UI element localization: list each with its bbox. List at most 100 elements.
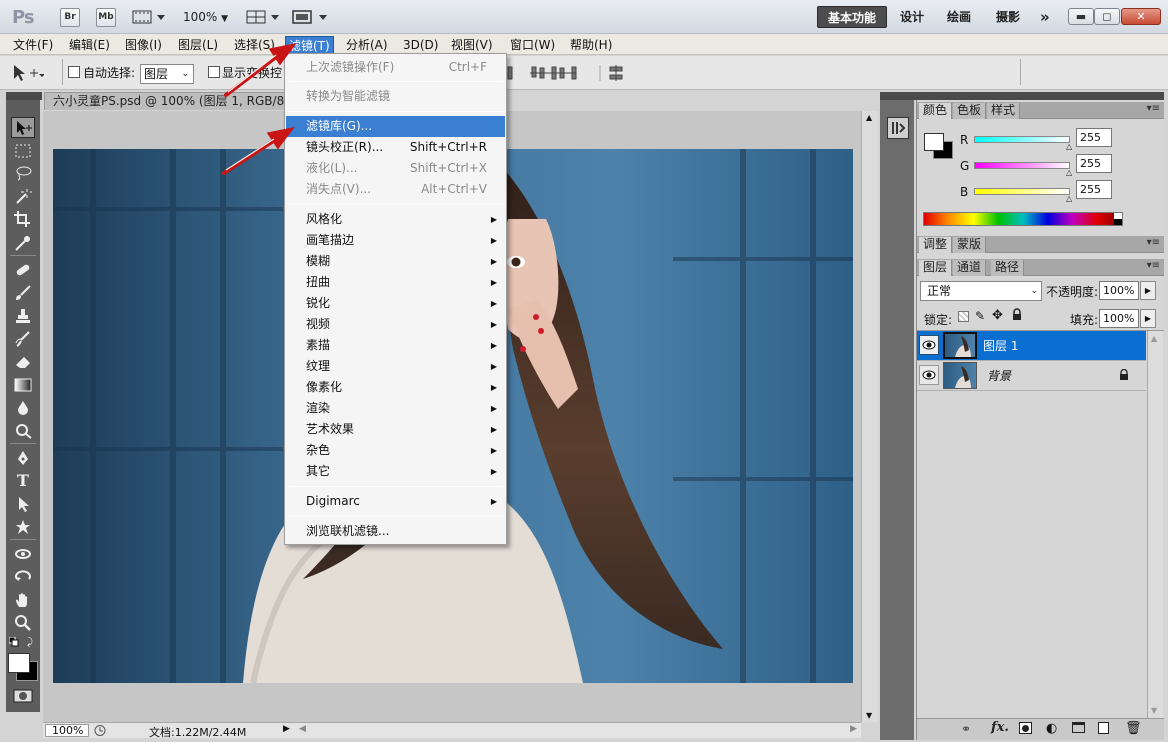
lasso-tool[interactable] (11, 162, 35, 183)
submenu-render[interactable]: 渲染 ▶ (286, 398, 505, 419)
shape-tool[interactable] (11, 516, 35, 537)
blur-tool[interactable] (11, 397, 35, 418)
link-layers-icon[interactable]: ⚭ (961, 722, 971, 736)
menu-analysis[interactable]: 分析(A) (343, 36, 391, 54)
delete-layer-icon[interactable]: 🗑 (1125, 721, 1142, 736)
slider-b[interactable] (974, 188, 1070, 195)
tab-adjustments[interactable]: 调整 (919, 237, 953, 253)
panel-menu-icon[interactable]: ▾≡ (1147, 103, 1160, 114)
slider-g-thumb[interactable]: △ (1066, 168, 1072, 177)
hscroll-right-icon[interactable]: ▶ (850, 724, 857, 734)
quick-mask-button[interactable] (13, 689, 33, 703)
workspace-essentials[interactable]: 基本功能 (817, 6, 888, 28)
pen-tool[interactable] (11, 447, 35, 468)
history-brush-tool[interactable] (11, 328, 35, 349)
layer-name[interactable]: 图层 1 (983, 337, 1018, 354)
vertical-scrollbar[interactable]: ▲ ▼ (861, 111, 878, 722)
history-panel-button[interactable] (887, 117, 909, 139)
type-tool[interactable]: T (11, 470, 35, 491)
layers-panel-menu-icon[interactable]: ▾≡ (1147, 260, 1160, 271)
input-g[interactable]: 255 (1076, 154, 1112, 173)
close-button[interactable]: ✕ (1121, 8, 1161, 25)
lock-position-icon[interactable]: ✥ (992, 308, 1003, 323)
menu-file[interactable]: 文件(F) (10, 36, 56, 54)
workspace-design[interactable]: 设计 (890, 6, 934, 28)
status-info-icon[interactable] (93, 724, 107, 737)
workspace-painting[interactable]: 绘画 (937, 6, 981, 28)
tool-preset-picker[interactable] (8, 62, 44, 84)
layer-style-icon[interactable]: fx. (991, 720, 1009, 735)
submenu-pixelate[interactable]: 像素化 ▶ (286, 377, 505, 398)
input-b[interactable]: 255 (1076, 180, 1112, 199)
dodge-tool[interactable] (11, 420, 35, 441)
slider-r[interactable] (974, 136, 1070, 143)
mini-bridge-button[interactable]: Mb (96, 8, 116, 27)
more-workspaces-button[interactable]: » (1030, 6, 1060, 28)
menu-edit[interactable]: 编辑(E) (66, 36, 113, 54)
fill-field[interactable]: 100% (1099, 309, 1139, 328)
submenu-other[interactable]: 其它 ▶ (286, 461, 505, 482)
tab-color[interactable]: 颜色 (919, 103, 953, 119)
status-zoom-field[interactable]: 100% (45, 724, 89, 737)
blend-mode-dropdown[interactable]: 正常 ⌄ (920, 281, 1042, 301)
layer-row-layer1[interactable]: 图层 1 (917, 331, 1146, 361)
submenu-brush-strokes[interactable]: 画笔描边 ▶ (286, 230, 505, 251)
tab-channels[interactable]: 通道 (953, 260, 987, 276)
menu-view[interactable]: 视图(V) (448, 36, 496, 54)
arrange-documents-button[interactable] (246, 9, 280, 25)
tab-layers[interactable]: 图层 (919, 260, 953, 276)
new-layer-icon[interactable] (1098, 722, 1109, 734)
submenu-distort[interactable]: 扭曲 ▶ (286, 272, 505, 293)
menu-3d[interactable]: 3D(D) (400, 36, 441, 54)
bridge-button[interactable]: Br (60, 8, 80, 27)
visibility-eye-icon[interactable] (919, 335, 939, 355)
submenu-video[interactable]: 视频 ▶ (286, 314, 505, 335)
submenu-texture[interactable]: 纹理 ▶ (286, 356, 505, 377)
new-group-icon[interactable] (1072, 722, 1085, 733)
eraser-tool[interactable] (11, 351, 35, 372)
quick-selection-tool[interactable] (11, 185, 35, 206)
workspace-photography[interactable]: 摄影 (986, 6, 1030, 28)
slider-g[interactable] (974, 162, 1070, 169)
lock-pixels-icon[interactable]: ✎ (975, 309, 985, 323)
tab-styles[interactable]: 样式 (987, 103, 1021, 119)
submenu-artistic[interactable]: 艺术效果 ▶ (286, 419, 505, 440)
default-colors-icon[interactable] (9, 637, 19, 647)
maximize-button[interactable]: ◻ (1094, 8, 1120, 25)
hscroll-left-icon[interactable]: ◀ (299, 724, 306, 734)
auto-select-checkbox[interactable] (68, 66, 80, 78)
tab-swatches[interactable]: 色板 (953, 103, 987, 119)
minimize-button[interactable]: ▬ (1068, 8, 1094, 25)
3d-orbit-tool[interactable] (11, 566, 35, 587)
slider-b-thumb[interactable]: △ (1066, 194, 1072, 203)
submenu-sharpen[interactable]: 锐化 ▶ (286, 293, 505, 314)
crop-tool[interactable] (11, 208, 35, 229)
zoom-tool[interactable] (11, 612, 35, 633)
color-spectrum-ramp[interactable] (923, 212, 1123, 226)
tab-paths[interactable]: 路径 (991, 260, 1025, 276)
submenu-noise[interactable]: 杂色 ▶ (286, 440, 505, 461)
add-mask-icon[interactable] (1019, 722, 1032, 734)
healing-brush-tool[interactable] (11, 259, 35, 280)
submenu-digimarc[interactable]: Digimarc ▶ (286, 491, 505, 512)
auto-select-dropdown[interactable]: 图层 ⌄ (140, 64, 194, 84)
adjustments-panel-menu-icon[interactable]: ▾≡ (1147, 237, 1160, 248)
gradient-tool[interactable] (11, 374, 35, 395)
fill-slider-button[interactable]: ▶ (1140, 309, 1156, 328)
tab-masks[interactable]: 蒙版 (953, 237, 987, 253)
hand-tool[interactable] (11, 589, 35, 610)
menu-image[interactable]: 图像(I) (122, 36, 165, 54)
swap-colors-icon[interactable]: ⤸ (27, 637, 33, 648)
zoom-dropdown[interactable]: 100% ▼ (183, 10, 228, 24)
clone-stamp-tool[interactable] (11, 305, 35, 326)
marquee-tool[interactable] (11, 140, 35, 161)
lock-all-icon[interactable] (1011, 308, 1023, 321)
status-menu-arrow[interactable]: ▶ (283, 724, 290, 734)
menu-window[interactable]: 窗口(W) (507, 36, 558, 54)
submenu-blur[interactable]: 模糊 ▶ (286, 251, 505, 272)
visibility-eye-icon[interactable] (919, 365, 939, 385)
opacity-slider-button[interactable]: ▶ (1140, 281, 1156, 300)
path-selection-tool[interactable] (11, 493, 35, 514)
color-panel-fg-swatch[interactable] (924, 133, 944, 151)
layers-scrollbar[interactable]: ▲ ▼ (1147, 331, 1163, 718)
